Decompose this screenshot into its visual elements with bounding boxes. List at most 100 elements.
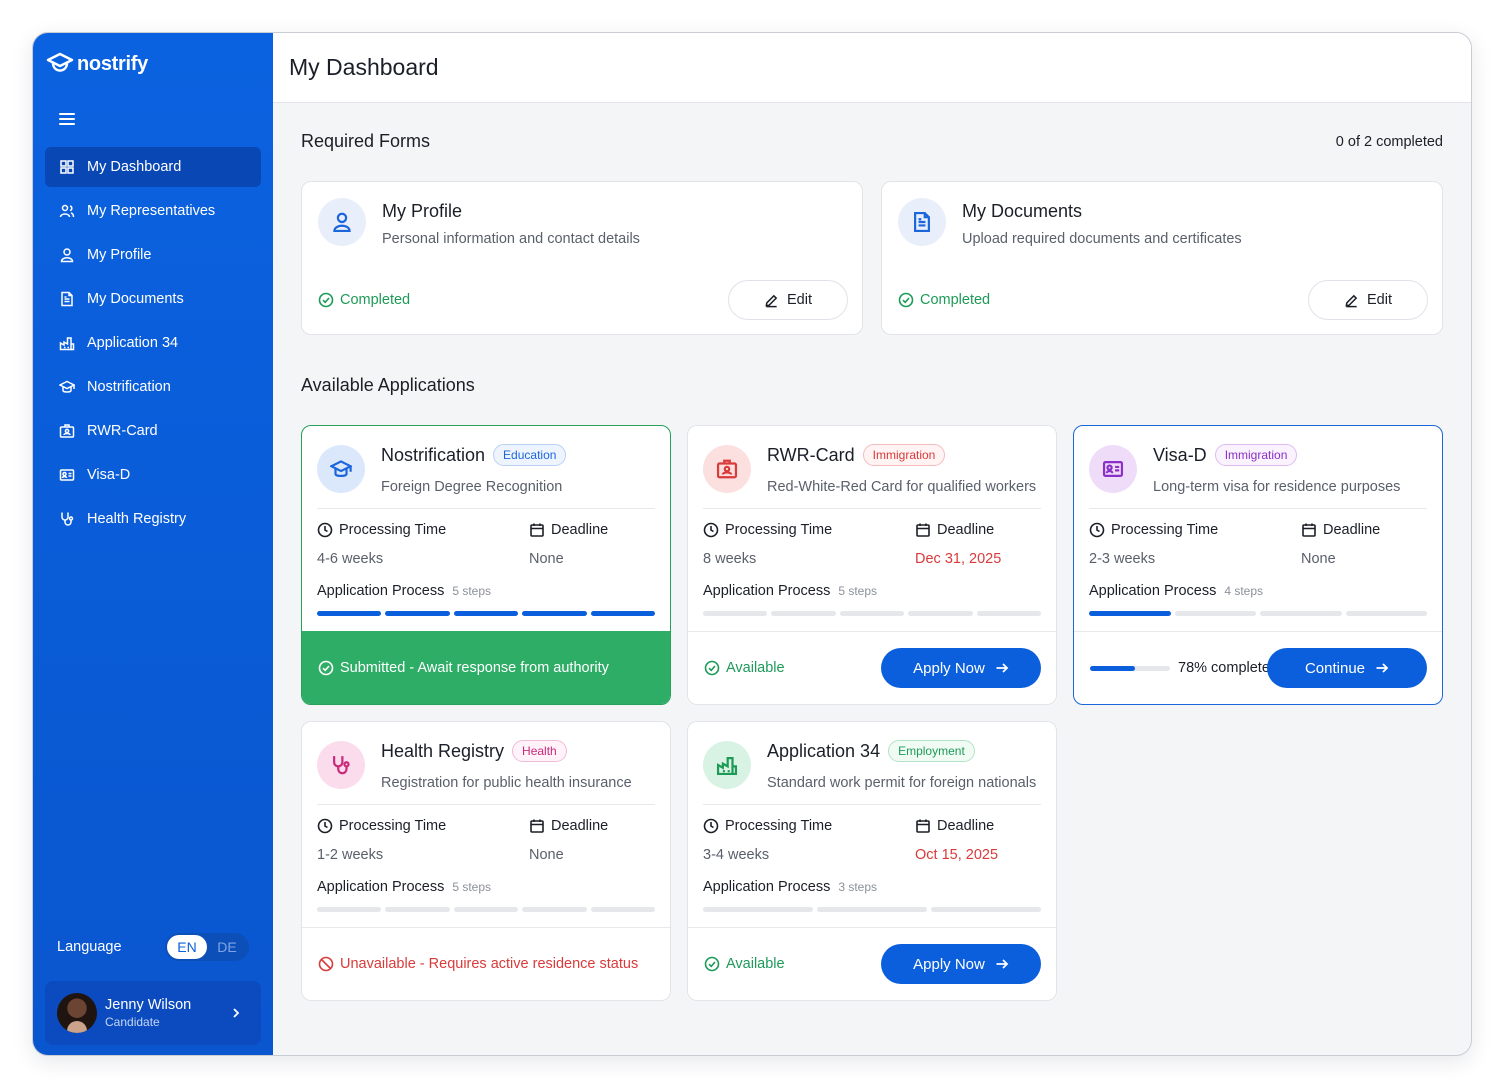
divider bbox=[317, 508, 655, 509]
id-badge-icon bbox=[59, 424, 75, 438]
sidebar-item-my-profile[interactable]: My Profile bbox=[45, 235, 261, 275]
step-progress bbox=[703, 611, 1042, 616]
step-progress bbox=[317, 907, 656, 912]
sidebar-item-label: My Representatives bbox=[87, 203, 216, 219]
continue-visa-d-button[interactable]: Continue bbox=[1267, 648, 1427, 688]
clock-icon bbox=[703, 522, 719, 538]
step-bar bbox=[931, 907, 1041, 912]
processing-time-label: Processing Time bbox=[1089, 522, 1218, 538]
user-icon bbox=[60, 248, 74, 263]
application-card-visa-d: Visa-D Immigration Long-term visa for re… bbox=[1073, 425, 1443, 705]
processing-time-value: 8 weeks bbox=[703, 551, 757, 567]
sidebar-item-label: Application 34 bbox=[87, 335, 179, 351]
processing-time-value: 3-4 weeks bbox=[703, 847, 770, 863]
check-circle-icon bbox=[318, 292, 334, 308]
deadline-text: Deadline bbox=[937, 522, 995, 538]
category-badge: Education bbox=[493, 444, 567, 466]
deadline-text: Deadline bbox=[1323, 522, 1381, 538]
application-process-label: Application Process bbox=[317, 583, 445, 599]
language-option-en[interactable]: EN bbox=[167, 935, 207, 959]
sidebar-item-application-34[interactable]: Application 34 bbox=[45, 323, 261, 363]
arrow-right-icon bbox=[996, 663, 1009, 673]
divider bbox=[317, 804, 655, 805]
clock-icon bbox=[1089, 522, 1105, 538]
step-bar bbox=[1260, 611, 1342, 616]
step-bar bbox=[385, 907, 450, 912]
application-footer: Submitted - Await response from authorit… bbox=[302, 631, 670, 704]
step-bar bbox=[1089, 611, 1171, 616]
sidebar-item-health-registry[interactable]: Health Registry bbox=[45, 499, 261, 539]
language-toggle[interactable]: EN DE bbox=[165, 933, 249, 961]
user-role: Candidate bbox=[105, 1015, 160, 1029]
application-title: Nostrification bbox=[381, 444, 486, 465]
edit-my-profile-button[interactable]: Edit bbox=[728, 280, 848, 320]
arrow-right-icon bbox=[996, 959, 1009, 969]
required-forms-title: Required Forms bbox=[301, 131, 431, 151]
step-progress bbox=[1089, 611, 1427, 616]
application-process: Application Process 5 steps bbox=[317, 583, 491, 599]
step-bar bbox=[817, 907, 927, 912]
category-badge: Health bbox=[512, 740, 567, 762]
sidebar-item-label: My Dashboard bbox=[87, 159, 182, 175]
category-badge: Immigration bbox=[1214, 444, 1298, 466]
edit-button-label: Edit bbox=[787, 292, 812, 308]
category-badge: Employment bbox=[888, 740, 975, 762]
application-title: RWR-Card bbox=[767, 444, 855, 465]
divider bbox=[703, 508, 1041, 509]
form-title: My Documents bbox=[962, 201, 1083, 221]
sidebar-item-nostrification[interactable]: Nostrification bbox=[45, 367, 261, 407]
step-bar bbox=[385, 611, 450, 616]
step-bar bbox=[522, 907, 587, 912]
application-icon bbox=[1089, 445, 1137, 493]
document-icon bbox=[61, 291, 73, 307]
pencil-icon bbox=[1345, 294, 1358, 307]
processing-time-label: Processing Time bbox=[317, 818, 446, 834]
sidebar-item-my-dashboard[interactable]: My Dashboard bbox=[45, 147, 261, 187]
step-bar bbox=[703, 611, 768, 616]
application-description: Standard work permit for foreign nationa… bbox=[767, 775, 1037, 791]
sidebar-nav: My Dashboard My Representatives My Profi… bbox=[45, 147, 261, 543]
application-description: Foreign Degree Recognition bbox=[381, 479, 563, 495]
application-card-nostrification: Nostrification Education Foreign Degree … bbox=[301, 425, 671, 705]
edit-my-documents-button[interactable]: Edit bbox=[1308, 280, 1428, 320]
step-bar bbox=[839, 611, 905, 616]
apply-now-application-34-button[interactable]: Apply Now bbox=[881, 944, 1041, 984]
sidebar-item-rwr-card[interactable]: RWR-Card bbox=[45, 411, 261, 451]
user-profile-menu[interactable]: Jenny Wilson Candidate bbox=[45, 981, 261, 1045]
application-process-label: Application Process bbox=[317, 879, 445, 895]
sidebar-item-label: My Profile bbox=[87, 247, 152, 263]
factory-icon bbox=[716, 757, 738, 776]
application-status-label: Unavailable - Requires active residence … bbox=[340, 956, 639, 972]
form-icon bbox=[898, 198, 946, 246]
application-process: Application Process 5 steps bbox=[317, 879, 491, 895]
application-card-health-registry: Health Registry Health Registration for … bbox=[301, 721, 671, 1001]
forms-completed-count: 0 of 2 completed bbox=[1335, 134, 1443, 150]
application-description: Long-term visa for residence purposes bbox=[1153, 479, 1401, 495]
processing-time-label: Processing Time bbox=[317, 522, 446, 538]
form-status-label: Completed bbox=[340, 292, 411, 308]
sidebar-item-my-documents[interactable]: My Documents bbox=[45, 279, 261, 319]
application-process-label: Application Process bbox=[1089, 583, 1217, 599]
form-title: My Profile bbox=[382, 201, 463, 221]
language-option-de[interactable]: DE bbox=[207, 935, 247, 959]
sidebar-item-my-representatives[interactable]: My Representatives bbox=[45, 191, 261, 231]
brand-logo[interactable]: nostrify bbox=[45, 51, 148, 77]
application-status-label: Submitted - Await response from authorit… bbox=[340, 660, 609, 676]
steps-count: 5 steps bbox=[452, 584, 492, 598]
nostrify-logo-icon bbox=[46, 52, 74, 72]
divider bbox=[703, 804, 1041, 805]
deadline-value: None bbox=[1301, 551, 1336, 567]
step-bar bbox=[703, 907, 813, 912]
id-badge-icon bbox=[716, 459, 738, 479]
application-process: Application Process 3 steps bbox=[703, 879, 877, 895]
step-bar bbox=[590, 907, 656, 912]
sidebar-item-label: Nostrification bbox=[87, 379, 171, 395]
menu-toggle-icon[interactable] bbox=[59, 113, 75, 127]
apply-now-rwr-card-button[interactable]: Apply Now bbox=[881, 648, 1041, 688]
graduation-cap-icon bbox=[330, 460, 352, 477]
deadline-label: Deadline bbox=[529, 522, 608, 538]
sidebar-item-visa-d[interactable]: Visa-D bbox=[45, 455, 261, 495]
step-bar bbox=[453, 611, 519, 616]
processing-time-text: Processing Time bbox=[1111, 522, 1219, 538]
apply-now-label: Apply Now bbox=[913, 955, 985, 973]
